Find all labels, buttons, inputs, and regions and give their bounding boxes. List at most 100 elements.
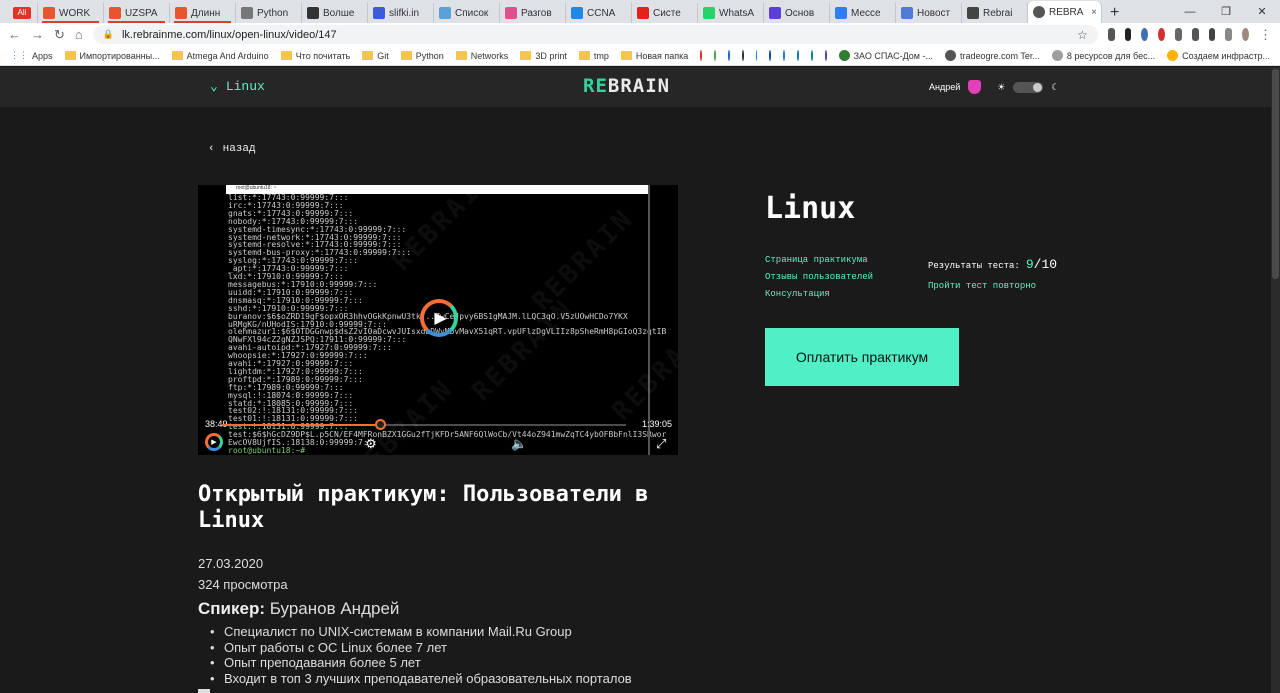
link-consultation[interactable]: Консультация — [765, 289, 873, 299]
play-button[interactable]: ▶ — [420, 299, 458, 337]
browser-tab[interactable]: Основ — [764, 3, 830, 23]
browser-tab[interactable]: Длинн — [170, 3, 236, 23]
browser-tab[interactable]: Rebrai — [962, 3, 1028, 23]
bookmark-favicon-icon[interactable] — [755, 50, 758, 61]
bookmark-item[interactable]: Atmega And Arduino — [171, 50, 269, 61]
browser-tab[interactable]: WhatsA — [698, 3, 764, 23]
chevron-left-icon: ‹ — [208, 143, 215, 155]
bookmark-item[interactable]: Networks — [455, 51, 508, 61]
bookmark-favicon-icon[interactable] — [797, 50, 799, 61]
user-menu[interactable]: Андрей ☀ ☾ — [929, 80, 1059, 94]
bookmark-item[interactable]: tmp — [578, 51, 609, 61]
retake-test-link[interactable]: Пройти тест повторно — [928, 281, 1036, 291]
browser-tab[interactable]: slifki.in — [368, 3, 434, 23]
bookmark-star-icon[interactable]: ☆ — [1077, 28, 1088, 42]
bookmark-item[interactable]: tradeogre.com Ter... — [945, 50, 1040, 61]
close-tab-icon[interactable]: × — [1091, 7, 1097, 18]
browser-tab[interactable]: Python — [236, 3, 302, 23]
browser-tab[interactable]: CCNA — [566, 3, 632, 23]
new-tab-button[interactable]: + — [1102, 3, 1127, 23]
adblock-icon[interactable] — [1158, 28, 1165, 41]
bookmark-favicon-icon[interactable] — [700, 50, 703, 61]
back-link[interactable]: ‹ назад — [208, 143, 256, 155]
browser-tab[interactable]: Список — [434, 3, 500, 23]
course-selector[interactable]: ⌄ Linux — [210, 79, 265, 94]
forward-arrow-icon[interactable]: → — [31, 27, 44, 42]
bookmark-item[interactable]: Создаем инфрастр... — [1167, 50, 1270, 61]
browser-toolbar: ← → ↻ ⌂ 🔒 lk.rebrainme.com/linux/open-li… — [0, 23, 1280, 46]
browser-tab[interactable]: Разгов — [500, 3, 566, 23]
theme-toggle[interactable] — [1013, 81, 1044, 93]
browser-tab[interactable]: WORK — [38, 3, 104, 23]
minimize-icon[interactable]: — — [1172, 6, 1208, 18]
bookmark-favicon-icon[interactable] — [727, 50, 730, 61]
timeline-knob[interactable] — [374, 419, 386, 430]
tab-label: Список — [455, 7, 489, 19]
browser-tab[interactable]: Систе — [632, 3, 698, 23]
bookmark-label: tradeogre.com Ter... — [960, 50, 1040, 61]
bookmark-favicon-icon[interactable] — [783, 50, 786, 61]
bookmark-favicon-icon[interactable] — [714, 50, 716, 61]
extension-icon[interactable] — [1124, 28, 1132, 41]
bookmark-item[interactable]: Что почитать — [280, 51, 350, 61]
extension-icon[interactable] — [1191, 28, 1199, 41]
close-window-icon[interactable]: ✕ — [1244, 5, 1280, 18]
bookmark-favicon-icon[interactable] — [769, 50, 772, 61]
rebrain-logo[interactable]: REBRAIN — [583, 75, 670, 97]
extensions-puzzle-icon[interactable] — [1208, 28, 1216, 41]
menu-dots-icon[interactable]: ⋮ — [1259, 27, 1272, 43]
tab-label: CCNA — [587, 7, 616, 19]
bookmark-item[interactable]: Git — [362, 51, 389, 61]
home-icon[interactable]: ⌂ — [75, 27, 83, 42]
browser-tab[interactable]: Мессе — [830, 3, 896, 23]
apps-grid-icon: ⋮⋮ — [10, 50, 28, 60]
sun-icon: ☀ — [997, 81, 1006, 92]
bookmark-item[interactable]: Импортированны... — [64, 51, 160, 61]
bookmark-item[interactable]: 3D print — [520, 51, 567, 61]
browser-tab-active[interactable]: REBRA × — [1028, 1, 1102, 23]
tab-favicon-icon — [571, 7, 583, 19]
extension-icon[interactable] — [1174, 28, 1182, 41]
view-count: 324 просмотра — [198, 577, 288, 592]
video-player[interactable]: root@ubuntu18: ~ list:*:17743:0:99999:7:… — [198, 185, 678, 455]
extension-icon[interactable] — [1141, 28, 1149, 41]
fullscreen-icon[interactable]: ⤢ — [656, 436, 666, 452]
mask-avatar-icon — [968, 80, 982, 94]
bookmark-item[interactable]: Python — [400, 51, 444, 61]
page-scrollbar[interactable] — [1271, 67, 1280, 693]
bookmark-label: Git — [377, 50, 389, 61]
address-bar[interactable]: 🔒 lk.rebrainme.com/linux/open-linux/vide… — [92, 25, 1098, 44]
bookmark-label: Новая папка — [635, 50, 689, 61]
bookmark-item[interactable]: ⋮⋮ Apps — [10, 50, 53, 61]
tab-favicon-icon — [505, 7, 517, 19]
video-timeline[interactable] — [222, 419, 626, 430]
bookmark-favicon-icon[interactable] — [810, 50, 813, 61]
bookmark-favicon-icon[interactable] — [824, 50, 827, 61]
publish-date: 27.03.2020 — [198, 556, 264, 571]
test-result: Результаты теста: 9/10 — [928, 257, 1057, 272]
moon-icon: ☾ — [1051, 81, 1060, 92]
browser-tab[interactable]: Новост — [896, 3, 962, 23]
bookmark-label: Atmega And Arduino — [186, 50, 269, 61]
maximize-icon[interactable]: ❐ — [1208, 5, 1244, 18]
browser-tab[interactable]: Волше — [302, 3, 368, 23]
volume-icon[interactable]: 🔈 — [511, 436, 527, 452]
pay-button[interactable]: Оплатить практикум — [765, 328, 959, 386]
link-user-reviews[interactable]: Отзывы пользователей — [765, 272, 873, 282]
link-practicum-page[interactable]: Страница практикума — [765, 255, 873, 265]
bookmark-favicon-icon[interactable] — [741, 50, 744, 61]
back-arrow-icon[interactable]: ← — [8, 27, 21, 42]
bookmark-item[interactable]: Новая папка — [620, 50, 689, 61]
reading-list-icon[interactable] — [1225, 28, 1233, 41]
extension-icon[interactable] — [1107, 28, 1115, 41]
bookmark-item[interactable]: ЗАО СПАС-Дом -... — [838, 50, 933, 61]
duration: 1:39:05 — [641, 419, 672, 429]
reload-icon[interactable]: ↻ — [54, 27, 65, 43]
scrollbar-thumb[interactable] — [1272, 69, 1279, 279]
bookmark-item[interactable]: 8 ресурсов для бес... — [1051, 50, 1155, 61]
browser-tab[interactable]: UZSPA — [104, 3, 170, 23]
logo-re: RE — [583, 75, 608, 97]
profile-avatar[interactable] — [1242, 28, 1249, 41]
settings-icon[interactable]: ⚙ — [365, 436, 377, 452]
browser-tab[interactable]: Ali — [8, 3, 38, 23]
